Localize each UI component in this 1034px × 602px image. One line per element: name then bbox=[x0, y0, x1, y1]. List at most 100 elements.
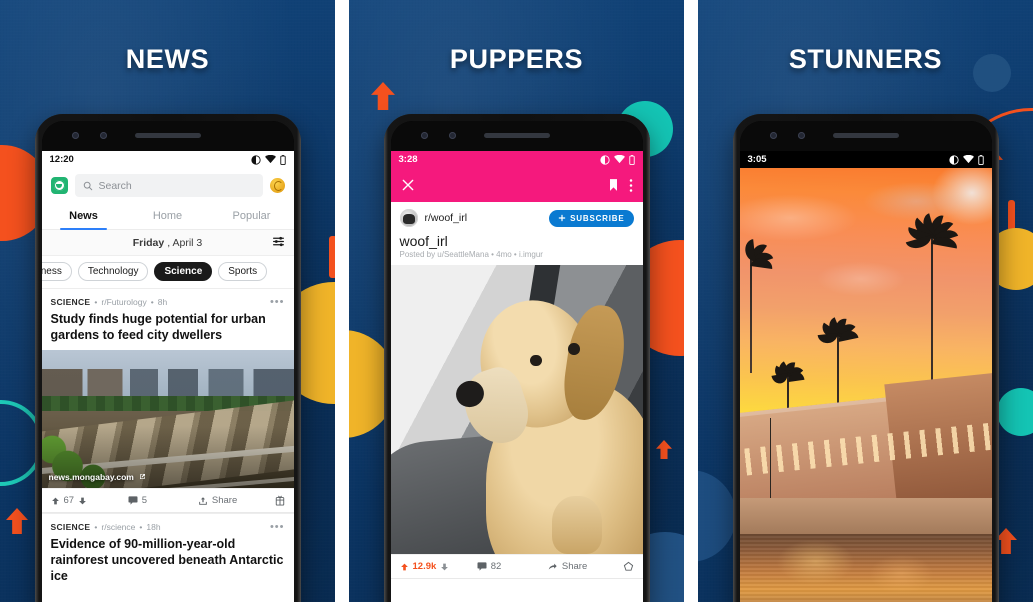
post-meta-2: SCIENCE • r/science • 18h ••• bbox=[42, 514, 294, 536]
post-title-1[interactable]: Study finds huge potential for urban gar… bbox=[42, 311, 294, 350]
comment-icon bbox=[128, 496, 138, 505]
phone-frame-puppers: 3:28 r/woof_irl SUBSCRIBE woof_irl Poste… bbox=[383, 114, 650, 602]
decor-orange-arrow-left bbox=[6, 508, 28, 534]
search-icon bbox=[83, 181, 92, 190]
post-card-1[interactable]: SCIENCE • r/Futurology • 8h ••• Study fi… bbox=[41, 288, 294, 513]
share-label: Share bbox=[561, 561, 588, 572]
chip-science[interactable]: Science bbox=[154, 262, 213, 281]
overflow-menu-icon-2[interactable]: ••• bbox=[270, 521, 285, 533]
upvote-count: 12.9k bbox=[412, 561, 437, 572]
vote-group-1[interactable]: 67 bbox=[51, 495, 128, 506]
subscribe-label: SUBSCRIBE bbox=[570, 213, 625, 223]
wifi-icon bbox=[613, 155, 625, 164]
phone-screen-stunners: 3:05 bbox=[739, 151, 992, 602]
status-icons bbox=[948, 154, 984, 165]
post-byline: Posted by u/SeattleMana • 4mo • i.imgur bbox=[399, 250, 543, 259]
battery-icon bbox=[977, 154, 984, 165]
overflow-menu-icon[interactable]: ••• bbox=[270, 296, 285, 308]
date-rest: , April 3 bbox=[167, 237, 203, 249]
plus-icon bbox=[558, 214, 566, 222]
phone-inner: 12:20 Search News Home Popular Friday , … bbox=[41, 121, 294, 602]
panel-puppers: PUPPERS 3:28 r/woof_irl SUBSCRIBE woof_i… bbox=[349, 0, 684, 602]
decor-orange-bar bbox=[329, 236, 335, 278]
phone-notch-bar bbox=[390, 121, 643, 151]
phone-screen-puppers: 3:28 r/woof_irl SUBSCRIBE woof_irl Poste… bbox=[390, 151, 643, 602]
earpiece-speaker bbox=[832, 133, 899, 138]
front-camera-icon bbox=[769, 132, 777, 139]
phone-inner: 3:28 r/woof_irl SUBSCRIBE woof_irl Poste… bbox=[390, 121, 643, 602]
front-sensor-icon bbox=[797, 132, 805, 139]
phone-notch-bar bbox=[739, 121, 992, 151]
downvote-icon[interactable] bbox=[78, 496, 87, 506]
post-image[interactable] bbox=[390, 265, 643, 554]
earpiece-speaker bbox=[134, 133, 201, 138]
phone-notch-bar bbox=[41, 121, 294, 151]
phone-inner: 3:05 bbox=[739, 121, 992, 602]
panel-stunners: STUNNERS 3:05 bbox=[698, 0, 1033, 602]
post-actions: 12.9k 82 Share bbox=[390, 554, 643, 579]
post-domain-1[interactable]: news.mongabay.com bbox=[49, 472, 146, 482]
chip-business[interactable]: siness bbox=[41, 262, 72, 281]
comment-group[interactable]: 82 bbox=[477, 561, 547, 572]
overflow-menu-icon[interactable] bbox=[629, 178, 633, 193]
close-icon[interactable] bbox=[401, 178, 415, 192]
tab-home[interactable]: Home bbox=[126, 204, 210, 229]
screenshot-stage: NEWS 12:20 Search News Home Popular Frid… bbox=[0, 0, 1034, 602]
comment-count: 82 bbox=[490, 561, 502, 572]
subreddit-avatar[interactable] bbox=[399, 209, 418, 227]
upvote-icon[interactable] bbox=[400, 562, 409, 572]
share-group[interactable]: Share bbox=[547, 561, 606, 572]
share-group-1[interactable]: Share bbox=[198, 495, 257, 506]
tab-news[interactable]: News bbox=[42, 204, 126, 230]
phone-frame-news: 12:20 Search News Home Popular Friday , … bbox=[34, 114, 301, 602]
post-card-2[interactable]: SCIENCE • r/science • 18h ••• Evidence o… bbox=[41, 513, 294, 591]
date-row: Friday, April 3 bbox=[41, 230, 294, 256]
bookmark-icon[interactable] bbox=[608, 178, 619, 192]
phone-screen-news: 12:20 Search News Home Popular Friday , … bbox=[41, 151, 294, 602]
post-meta-1: SCIENCE • r/Futurology • 8h ••• bbox=[42, 289, 294, 311]
chip-sports[interactable]: Sports bbox=[218, 262, 268, 281]
coin-icon[interactable] bbox=[269, 178, 285, 193]
front-camera-icon bbox=[71, 132, 79, 139]
post-category-2: SCIENCE bbox=[50, 522, 91, 532]
downvote-icon[interactable] bbox=[440, 562, 449, 572]
subscribe-button[interactable]: SUBSCRIBE bbox=[549, 209, 634, 227]
comment-count: 5 bbox=[141, 495, 148, 506]
status-bar-stunners: 3:05 bbox=[739, 151, 992, 168]
subreddit-name[interactable]: r/woof_irl bbox=[425, 212, 468, 224]
panel-heading-stunners: STUNNERS bbox=[788, 44, 943, 74]
post-subreddit-2[interactable]: r/science bbox=[101, 522, 135, 532]
status-bar-news: 12:20 bbox=[41, 151, 294, 168]
front-sensor-icon bbox=[448, 132, 456, 139]
award-icon[interactable] bbox=[275, 495, 285, 506]
status-bar-puppers: 3:28 bbox=[390, 151, 643, 168]
upvote-icon[interactable] bbox=[51, 496, 60, 506]
post-title-2[interactable]: Evidence of 90-million-year-old rainfore… bbox=[42, 536, 294, 591]
search-input[interactable]: Search bbox=[74, 174, 263, 197]
decor-orange-arrow-topleft bbox=[371, 82, 395, 110]
decor-orange-arrow-right bbox=[656, 440, 672, 459]
post-app-bar bbox=[390, 168, 643, 202]
feed-tabs: News Home Popular bbox=[41, 204, 294, 230]
post-subreddit[interactable]: r/Futurology bbox=[101, 297, 146, 307]
chip-technology[interactable]: Technology bbox=[77, 262, 149, 281]
sunset-photo[interactable] bbox=[739, 168, 992, 602]
share-label: Share bbox=[211, 495, 238, 506]
comment-group-1[interactable]: 5 bbox=[128, 495, 198, 506]
post-actions-1: 67 5 Share bbox=[41, 488, 294, 513]
post-dot-2a: • bbox=[94, 522, 98, 532]
tab-popular[interactable]: Popular bbox=[210, 204, 294, 229]
panel-heading-news: NEWS bbox=[125, 44, 210, 74]
vote-group[interactable]: 12.9k bbox=[400, 561, 477, 572]
reddit-logo-icon[interactable] bbox=[50, 177, 68, 194]
category-chips: siness Technology Science Sports bbox=[41, 256, 294, 288]
external-link-icon bbox=[139, 474, 145, 479]
award-icon[interactable] bbox=[623, 561, 634, 572]
sliders-icon[interactable] bbox=[272, 235, 285, 251]
post-dot: • bbox=[94, 297, 98, 307]
post-image-1[interactable]: news.mongabay.com bbox=[41, 350, 294, 488]
subreddit-row: r/woof_irl SUBSCRIBE bbox=[390, 202, 643, 231]
street-lamp bbox=[769, 417, 772, 499]
status-time: 3:05 bbox=[747, 154, 767, 165]
water-reflection bbox=[739, 533, 992, 602]
